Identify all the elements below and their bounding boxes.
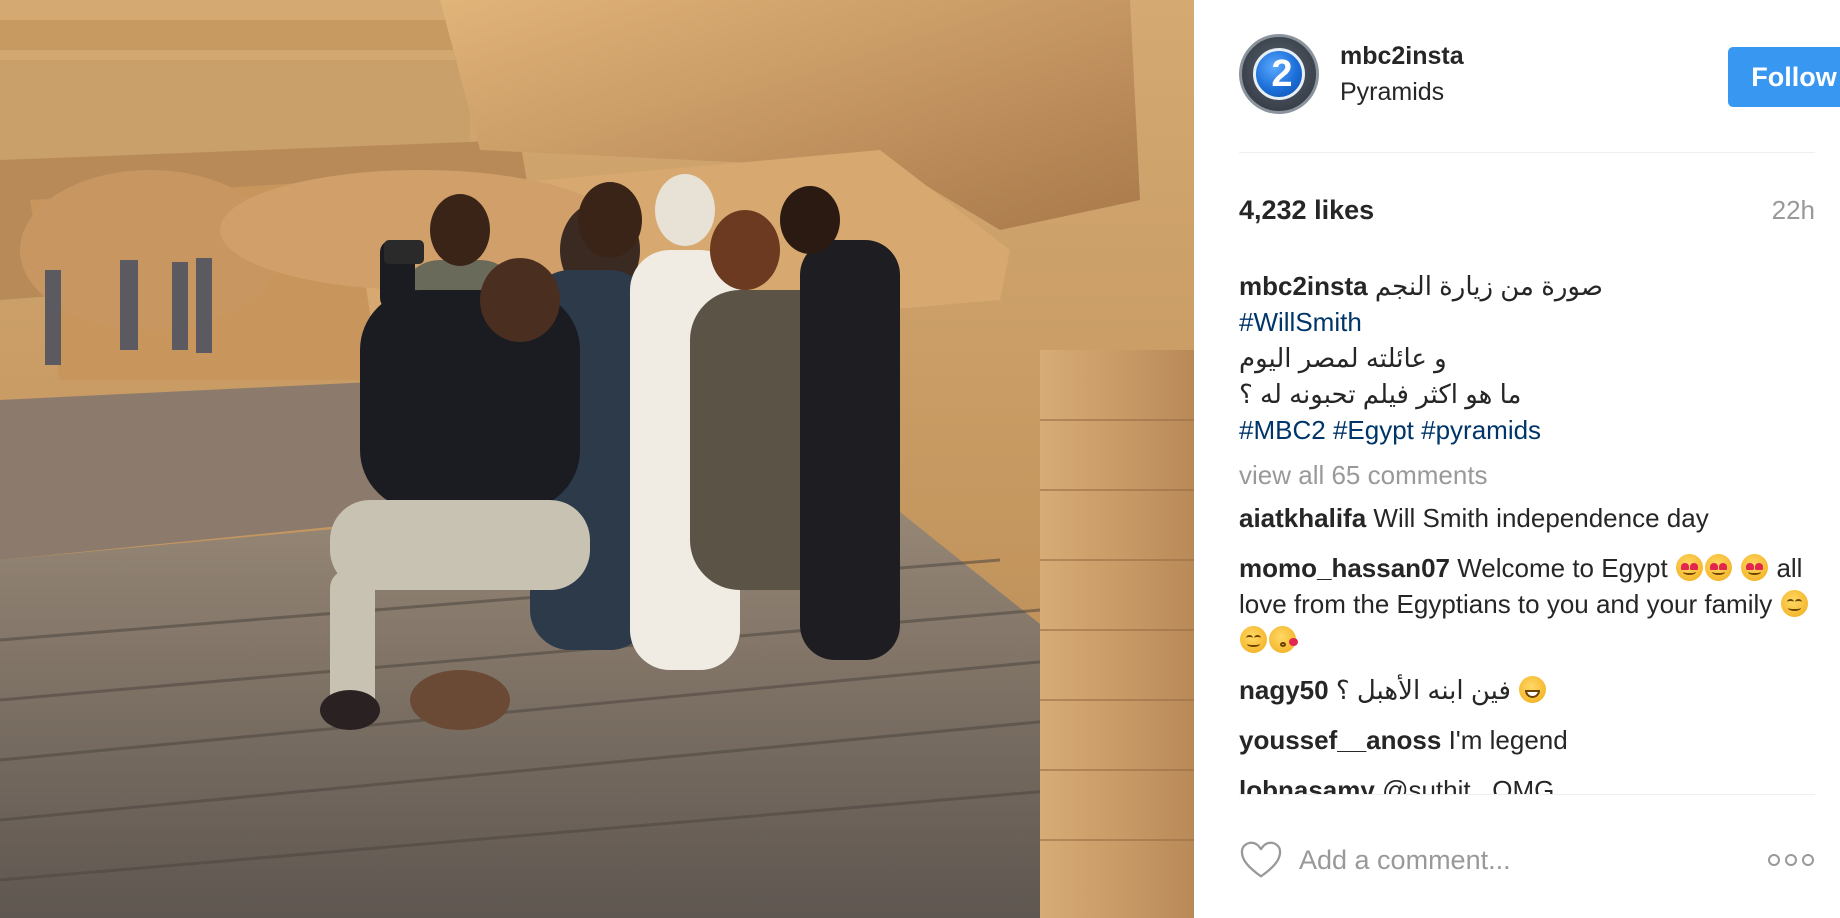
post-photo[interactable] <box>0 0 1194 918</box>
header-divider <box>1239 152 1815 153</box>
comment-username[interactable]: aiatkhalifa <box>1239 503 1366 533</box>
caption: mbc2insta صورة من زيارة النجم #WillSmith… <box>1239 268 1815 448</box>
avatar-logo-text: 2 <box>1271 53 1293 95</box>
kissing-emoji-icon <box>1269 626 1298 653</box>
likes-count[interactable]: 4,232 likes <box>1239 195 1374 226</box>
comment-item: youssef__anoss I'm legend <box>1239 722 1815 758</box>
comment-text: I'm legend <box>1448 725 1568 755</box>
post-location[interactable]: Pyramids <box>1340 78 1444 107</box>
avatar[interactable]: 2 <box>1239 34 1319 114</box>
post-sidebar: 2 mbc2insta Pyramids Follow 4,232 likes … <box>1194 0 1840 918</box>
comment-item: aiatkhalifa Will Smith independence day <box>1239 500 1815 536</box>
grinning-emoji-icon <box>1519 676 1547 703</box>
smiling-emoji-icon <box>1240 626 1267 653</box>
comment-username[interactable]: lobnasamy <box>1239 775 1375 794</box>
comment-username[interactable]: youssef__anoss <box>1239 725 1441 755</box>
footer-divider <box>1239 794 1815 795</box>
hashtag-pyramids[interactable]: #pyramids <box>1421 415 1541 445</box>
add-comment-input[interactable] <box>1299 842 1739 878</box>
heart-eyes-emoji-icon <box>1704 554 1732 581</box>
more-options-icon[interactable] <box>1767 850 1815 870</box>
comment-item: momo_hassan07 Welcome to Egypt all love … <box>1239 550 1815 658</box>
heart-outline-icon[interactable] <box>1239 840 1283 880</box>
heart-eyes-emoji-icon <box>1741 554 1769 581</box>
comment-item: nagy50 فين ابنه الأهبل ؟ <box>1239 672 1815 708</box>
hashtag-mbc2[interactable]: #MBC2 <box>1239 415 1326 445</box>
comments-list[interactable]: mbc2insta صورة من زيارة النجم #WillSmith… <box>1239 268 1815 794</box>
post-photo-image <box>0 0 1194 918</box>
comment-text: فين ابنه الأهبل ؟ <box>1335 675 1511 705</box>
post-header: 2 mbc2insta Pyramids Follow <box>1239 34 1840 116</box>
hashtag-egypt[interactable]: #Egypt <box>1333 415 1414 445</box>
caption-text-line3: ما هو اكثر فيلم تحبونه له ؟ <box>1239 379 1522 409</box>
comment-item: lobnasamy @suthit_ OMG <box>1239 772 1815 794</box>
comment-text: Welcome to Egypt <box>1457 553 1668 583</box>
smiling-emoji-icon <box>1780 590 1808 617</box>
hashtag-willsmith[interactable]: #WillSmith <box>1239 307 1362 337</box>
caption-text-line1: صورة من زيارة النجم <box>1374 271 1603 301</box>
comment-text: Will Smith independence day <box>1373 503 1709 533</box>
comment-username[interactable]: momo_hassan07 <box>1239 553 1450 583</box>
comment-footer <box>1239 838 1815 886</box>
caption-username[interactable]: mbc2insta <box>1239 271 1368 301</box>
comment-username[interactable]: nagy50 <box>1239 675 1329 705</box>
follow-button[interactable]: Follow <box>1728 47 1840 107</box>
view-all-comments-link[interactable]: view all 65 comments <box>1239 457 1815 493</box>
comment-text: @suthit_ OMG <box>1382 775 1555 794</box>
post-username[interactable]: mbc2insta <box>1340 42 1464 71</box>
post-timestamp[interactable]: 22h <box>1772 195 1815 226</box>
heart-eyes-emoji-icon <box>1675 554 1703 581</box>
caption-text-line2: و عائلته لمصر اليوم <box>1239 343 1447 373</box>
avatar-logo: 2 <box>1253 48 1305 100</box>
